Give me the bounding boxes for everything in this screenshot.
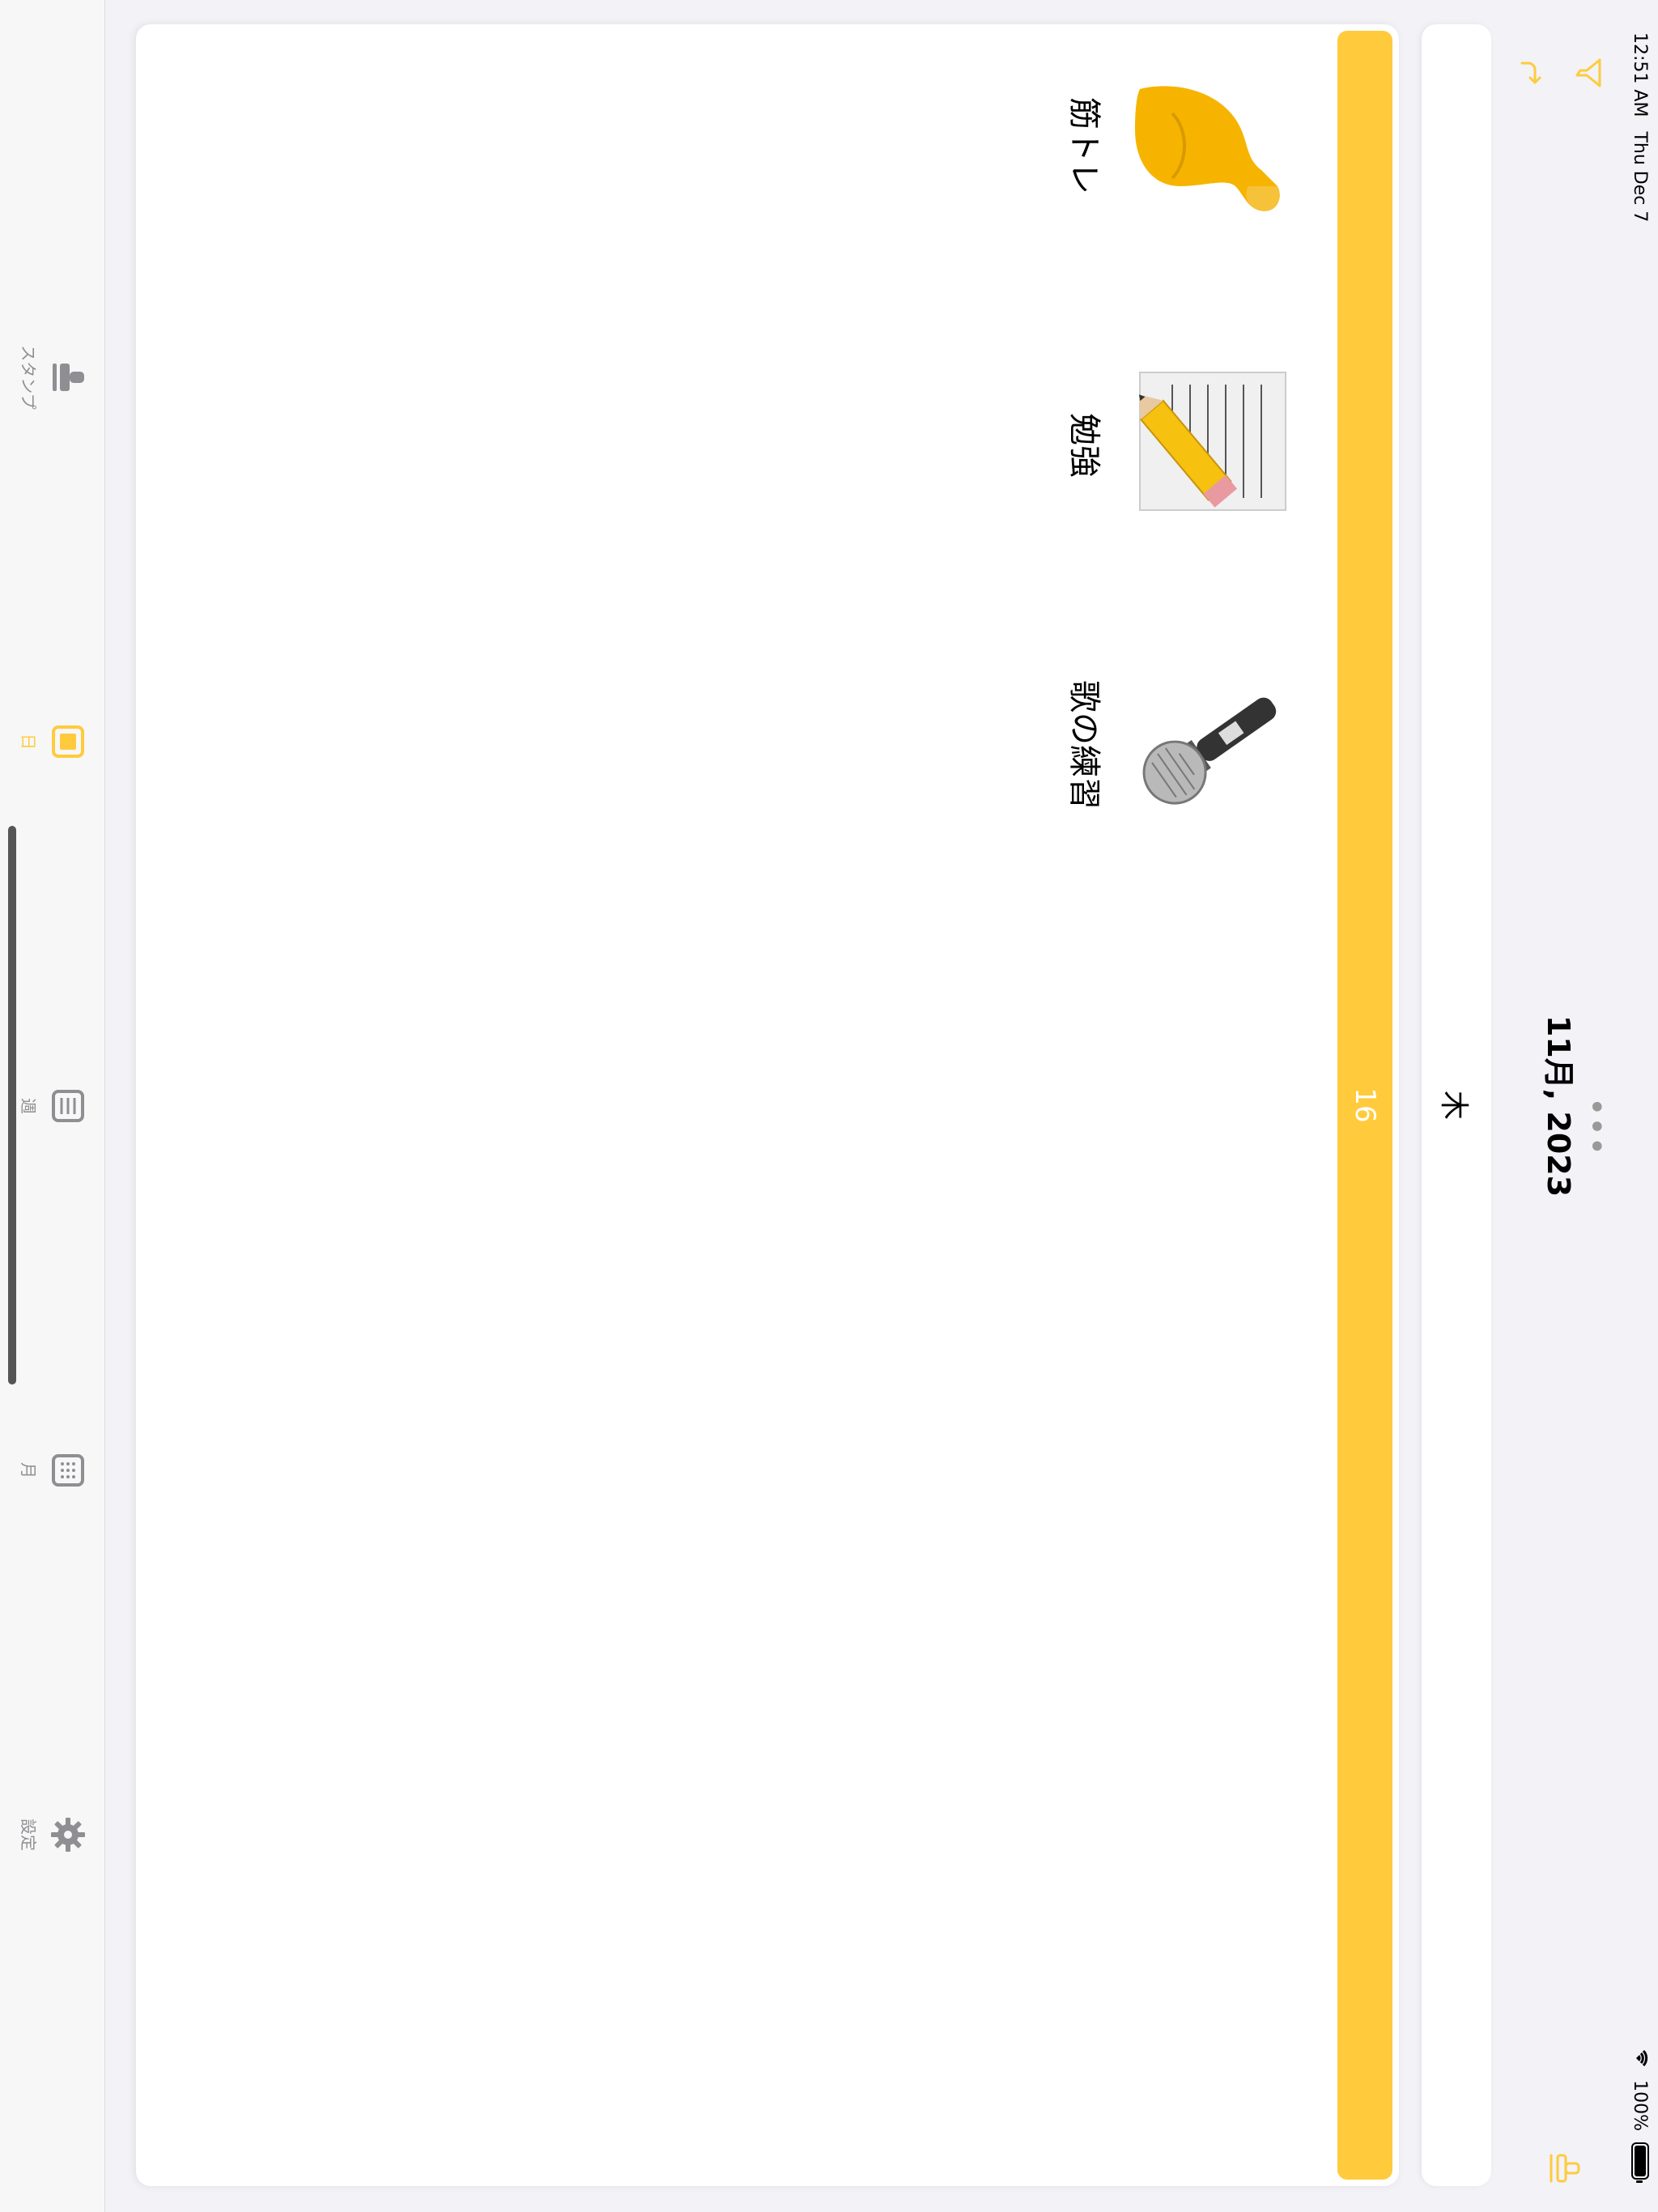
home-indicator[interactable] [8, 826, 16, 1385]
nav-right-actions [1540, 2149, 1584, 2188]
weekday-label: 木 [1437, 1090, 1470, 1120]
stamp-label: 歌の練習 [1065, 680, 1103, 810]
tab-label: 週 [19, 1098, 38, 1114]
stamp-list: 筋トレ 勉強 歌の練習 [1064, 57, 1294, 834]
stamp-icon [48, 353, 88, 402]
week-view-icon [48, 1082, 88, 1130]
date-number: 16 [1349, 1087, 1381, 1123]
microphone-icon [1132, 664, 1294, 826]
battery-percent: 100% [1630, 2080, 1651, 2131]
tab-label: 月 [19, 1462, 38, 1478]
status-right: 100% [1630, 2048, 1651, 2180]
status-time: 12:51 AM [1630, 32, 1651, 117]
month-grid-icon [48, 1446, 88, 1495]
tab-stamp[interactable]: スタンプ [18, 329, 88, 426]
gear-icon [48, 1810, 88, 1859]
tab-day[interactable]: 日 [18, 693, 88, 790]
page-title[interactable]: 11月, 2023 [1539, 0, 1584, 2212]
tab-settings[interactable]: 設定 [18, 1786, 88, 1883]
stamp-icon[interactable] [1536, 2149, 1580, 2188]
tab-label: スタンプ [19, 345, 38, 410]
day-view-icon [48, 717, 88, 766]
tab-month[interactable]: 月 [18, 1422, 88, 1519]
stamp-item[interactable]: 筋トレ [1064, 57, 1294, 235]
day-card[interactable]: 16 筋トレ 勉強 歌の練習 [136, 24, 1399, 2186]
stamp-item[interactable]: 歌の練習 [1064, 656, 1294, 834]
status-bar: 12:51 AM Thu Dec 7 100% [1622, 0, 1658, 2212]
tab-week[interactable]: 週 [18, 1057, 88, 1155]
status-date: Thu Dec 7 [1630, 131, 1651, 223]
tab-label: 日 [19, 734, 38, 750]
date-strip[interactable]: 16 [1337, 31, 1392, 2180]
app-screen: 12:51 AM Thu Dec 7 100% • • • 11月, 2023 [0, 0, 1658, 2212]
battery-icon [1631, 2142, 1649, 2180]
wifi-icon [1630, 2048, 1651, 2069]
tab-bar: スタンプ 日 週 月 設定 [0, 0, 105, 2212]
stamp-item[interactable]: 勉強 [1064, 356, 1294, 534]
stamp-label: 勉強 [1065, 413, 1103, 478]
memo-pencil-icon [1132, 364, 1294, 526]
weekday-header: 木 [1422, 24, 1491, 2186]
tab-label: 設定 [19, 1819, 38, 1851]
status-left: 12:51 AM Thu Dec 7 [1630, 32, 1651, 222]
nav-bar: • • • 11月, 2023 [1520, 0, 1622, 2212]
stamp-label: 筋トレ [1065, 97, 1103, 194]
flexed-biceps-icon [1132, 65, 1294, 227]
